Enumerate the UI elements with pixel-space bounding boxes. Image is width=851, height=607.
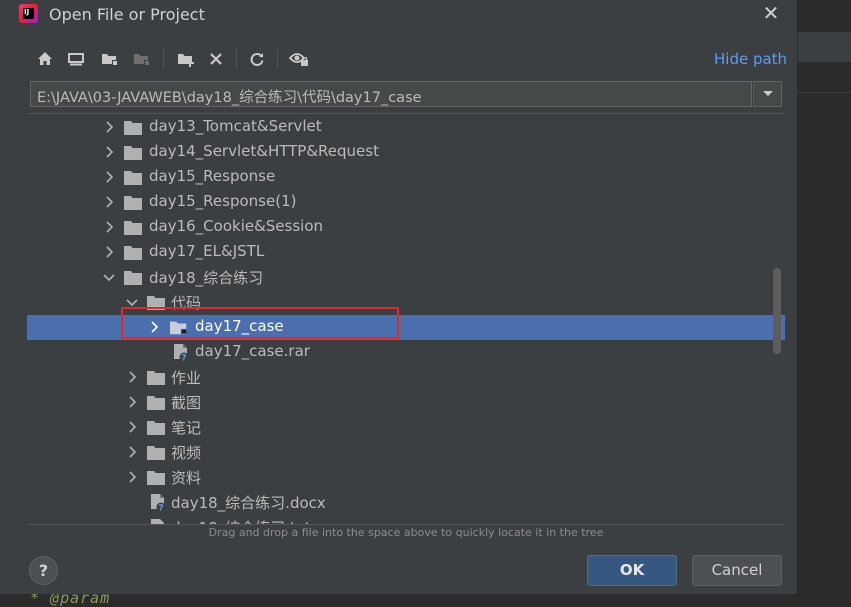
tree-row[interactable]: day14_Servlet&HTTP&Request xyxy=(27,140,785,165)
folder-icon xyxy=(147,396,165,410)
tree-row[interactable]: ? day17_case.rar xyxy=(27,340,785,365)
tree-row[interactable]: 资料 xyxy=(27,465,785,490)
tree-item-label: 笔记 xyxy=(171,419,202,437)
tree-item-label: day16_Cookie&Session xyxy=(149,217,324,235)
tree-item-label: day18_综合练习.txt xyxy=(171,517,311,524)
open-file-dialog: IJ Open File or Project ✕ Hide path E:\J… xyxy=(0,0,798,594)
chevron-right-icon xyxy=(129,421,137,433)
unknown-file-icon: ? xyxy=(174,344,189,363)
tree-row[interactable]: 笔记 xyxy=(27,415,785,440)
folder-icon xyxy=(124,221,142,235)
svg-text:?: ? xyxy=(181,354,186,363)
chevron-right-icon xyxy=(106,121,114,133)
document-file-icon xyxy=(151,519,164,524)
chevron-down-icon xyxy=(762,91,773,96)
tree-row[interactable]: 作业 xyxy=(27,365,785,390)
path-input[interactable]: E:\JAVA\03-JAVAWEB\day18_综合练习\代码\day17_c… xyxy=(30,81,752,107)
cancel-button[interactable]: Cancel xyxy=(692,555,782,586)
folder-icon xyxy=(124,271,142,285)
background-divider xyxy=(797,92,851,93)
show-hidden-icon[interactable] xyxy=(286,46,312,72)
background-tab-band xyxy=(797,32,851,62)
title-bar: IJ Open File or Project ✕ xyxy=(0,0,797,30)
chevron-right-icon xyxy=(129,446,137,458)
chevron-down-icon xyxy=(103,274,115,282)
folder-icon xyxy=(124,246,142,260)
document-file-icon: ? xyxy=(151,494,166,513)
chevron-right-icon xyxy=(106,221,114,233)
home-icon[interactable] xyxy=(32,46,58,72)
toolbar-separator xyxy=(277,49,278,69)
intellij-app-icon: IJ xyxy=(19,4,38,23)
folder-icon xyxy=(147,446,165,460)
module-folder-icon xyxy=(129,46,155,72)
tree-row[interactable]: day15_Response(1) xyxy=(27,190,785,215)
help-button[interactable]: ? xyxy=(29,556,58,585)
annotation-highlight-box xyxy=(121,307,399,339)
toolbar-separator xyxy=(163,49,164,69)
tree-item-label: day14_Servlet&HTTP&Request xyxy=(149,142,379,160)
drag-drop-hint: Drag and drop a file into the space abov… xyxy=(208,526,604,539)
tree-item-label: day18_综合练习.docx xyxy=(171,494,326,512)
chevron-right-icon xyxy=(129,471,137,483)
ok-button[interactable]: OK xyxy=(587,555,677,586)
tree-row[interactable]: day18_综合练习.txt xyxy=(27,515,785,524)
background-editor xyxy=(797,0,851,603)
chevron-right-icon xyxy=(106,196,114,208)
tree-item-label: day15_Response xyxy=(149,167,276,185)
refresh-icon[interactable] xyxy=(244,46,270,72)
tree-item-label: day15_Response(1) xyxy=(149,192,297,210)
folder-icon xyxy=(124,196,142,210)
folder-icon xyxy=(147,421,165,435)
dialog-title: Open File or Project xyxy=(49,5,205,24)
project-folder-icon[interactable] xyxy=(97,46,123,72)
tree-row[interactable]: day13_Tomcat&Servlet xyxy=(27,115,785,140)
path-history-dropdown[interactable] xyxy=(753,81,782,107)
tree-row[interactable]: 视频 xyxy=(27,440,785,465)
tree-row[interactable]: ? day18_综合练习.docx xyxy=(27,490,785,515)
folder-icon xyxy=(124,171,142,185)
tree-item-label: 视频 xyxy=(171,444,202,462)
tree-row[interactable]: day16_Cookie&Session xyxy=(27,215,785,240)
tree-item-label: 资料 xyxy=(171,469,202,487)
hide-path-link[interactable]: Hide path xyxy=(714,50,787,68)
delete-icon[interactable] xyxy=(203,46,229,72)
tree-row[interactable]: 截图 xyxy=(27,390,785,415)
tree-item-label: day17_case.rar xyxy=(195,342,310,360)
close-icon[interactable]: ✕ xyxy=(760,2,782,24)
folder-icon xyxy=(124,121,142,135)
tree-row[interactable]: day17_EL&JSTL xyxy=(27,240,785,265)
chevron-right-icon xyxy=(106,146,114,158)
tree-row[interactable]: day18_综合练习 xyxy=(27,265,785,290)
chevron-right-icon xyxy=(106,246,114,258)
path-row: E:\JAVA\03-JAVAWEB\day18_综合练习\代码\day17_c… xyxy=(30,81,782,109)
toolbar: Hide path xyxy=(30,46,790,72)
tree-scrollbar-thumb[interactable] xyxy=(773,268,781,354)
folder-icon xyxy=(124,146,142,160)
tree-item-label: day18_综合练习 xyxy=(149,269,264,287)
chevron-right-icon xyxy=(129,371,137,383)
tree-row[interactable]: day15_Response xyxy=(27,165,785,190)
folder-icon xyxy=(147,371,165,385)
tree-item-label: 作业 xyxy=(171,369,202,387)
desktop-icon[interactable] xyxy=(63,46,89,72)
tree-item-label: day13_Tomcat&Servlet xyxy=(149,117,322,135)
chevron-right-icon xyxy=(129,396,137,408)
tree-item-label: 截图 xyxy=(171,394,202,412)
new-folder-icon[interactable] xyxy=(173,46,199,72)
chevron-right-icon xyxy=(106,171,114,183)
folder-icon xyxy=(147,471,165,485)
toolbar-separator xyxy=(236,49,237,69)
tree-item-label: day17_EL&JSTL xyxy=(149,242,265,260)
svg-text:?: ? xyxy=(158,504,163,513)
